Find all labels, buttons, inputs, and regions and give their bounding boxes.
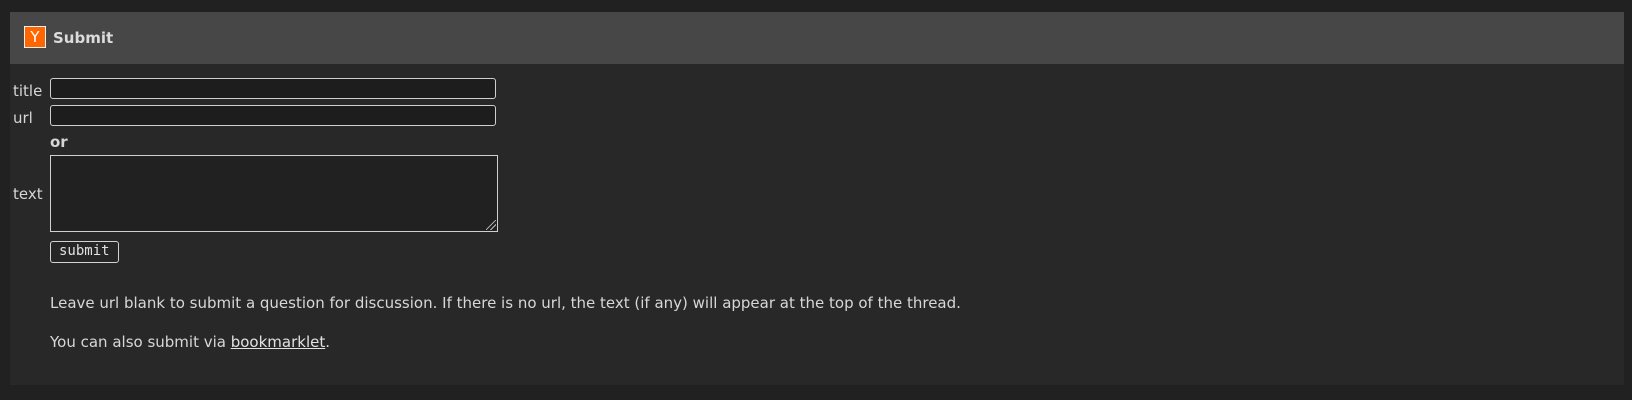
resize-handle-icon[interactable] [486, 220, 496, 230]
bookmarklet-link[interactable]: bookmarklet [231, 333, 326, 351]
text-textarea[interactable] [50, 155, 498, 232]
or-separator: or [50, 133, 68, 151]
title-label: title [13, 82, 43, 100]
bookmarklet-prefix: You can also submit via [50, 333, 231, 351]
url-input[interactable] [50, 105, 496, 126]
submit-page: Y Submit title url or text submit Leave … [10, 12, 1624, 385]
submit-button[interactable]: submit [50, 241, 119, 263]
help-text-blank-url: Leave url blank to submit a question for… [50, 294, 961, 312]
title-input[interactable] [50, 78, 496, 99]
bookmarklet-suffix: . [325, 333, 331, 351]
y-logo-icon[interactable]: Y [24, 26, 46, 48]
text-label: text [13, 185, 43, 203]
help-text-bookmarklet: You can also submit via bookmarklet. [50, 333, 330, 351]
page-title: Submit [53, 29, 114, 47]
url-label: url [13, 109, 33, 127]
header-bar: Y Submit [10, 12, 1624, 64]
